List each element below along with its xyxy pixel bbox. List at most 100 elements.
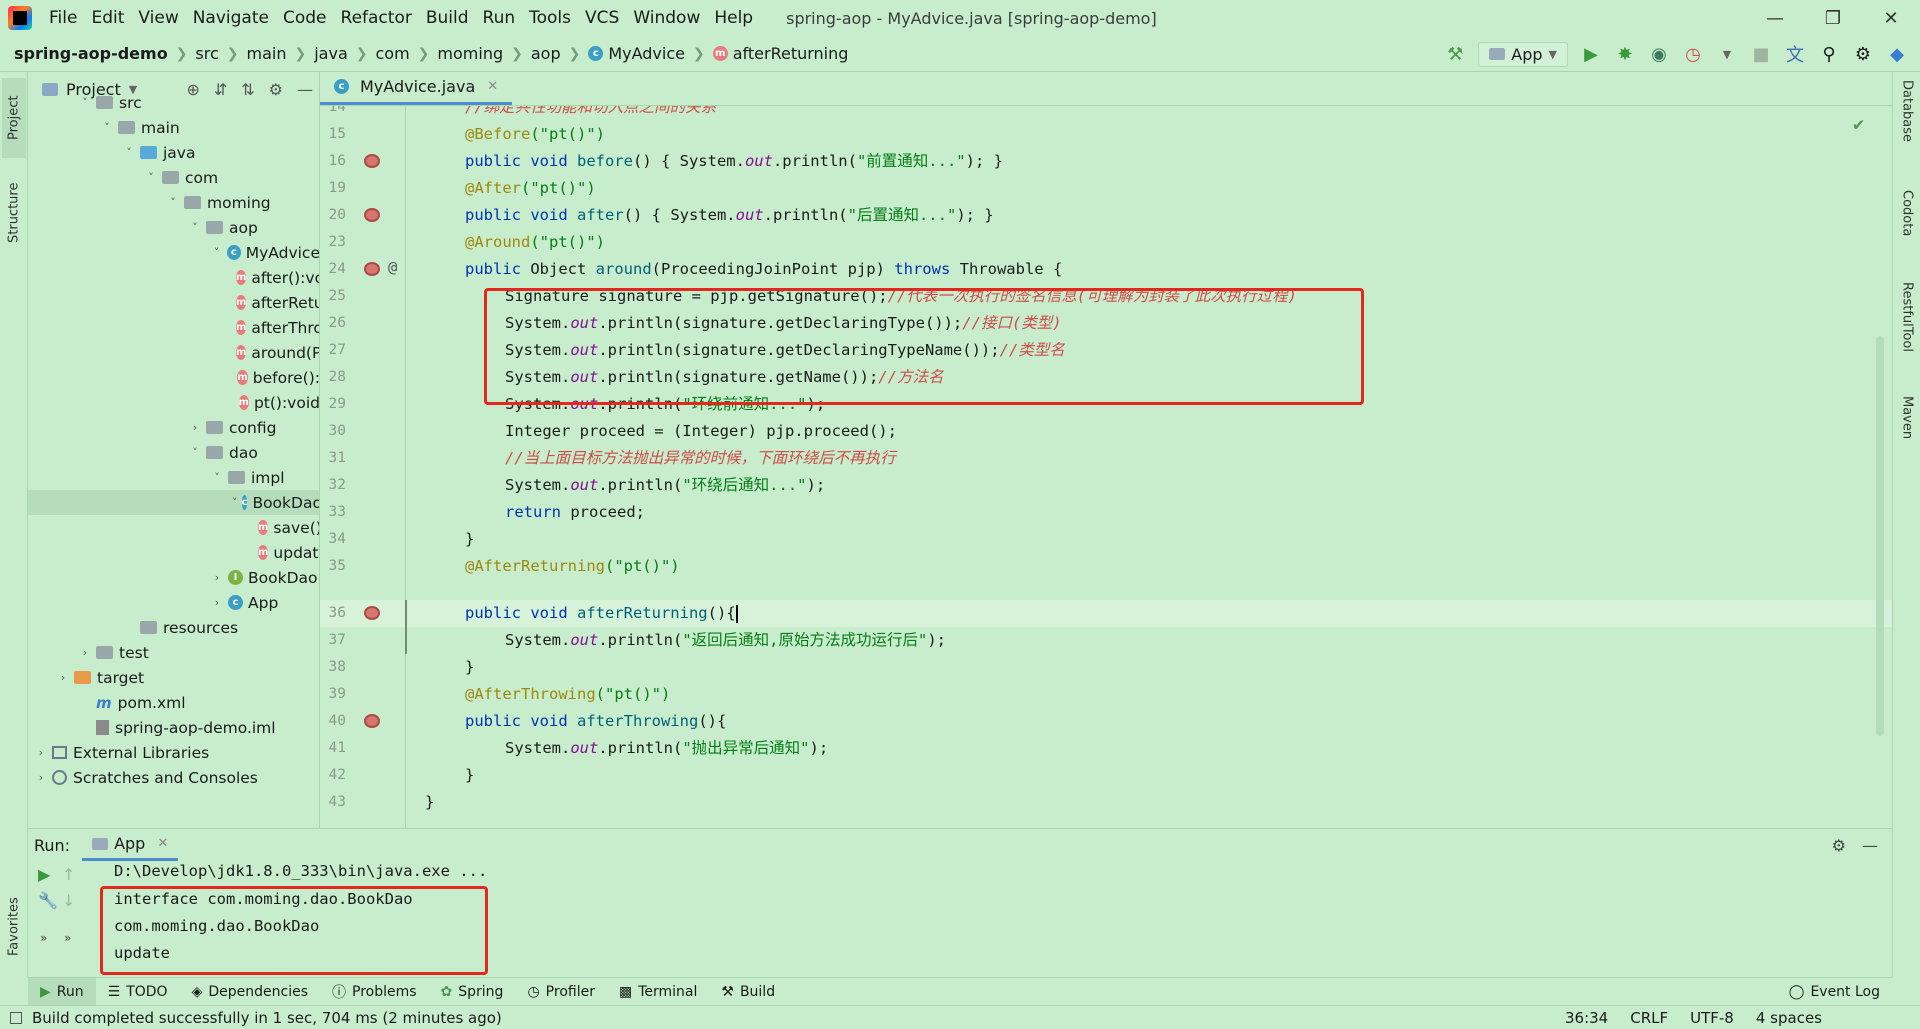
tree-item[interactable]: m after():vo — [28, 265, 319, 290]
more-actions-icon[interactable]: » — [64, 931, 71, 945]
breadcrumb-src[interactable]: src — [195, 44, 218, 63]
file-encoding[interactable]: UTF-8 — [1690, 1009, 1734, 1027]
tree-item[interactable]: m pt():void — [28, 390, 319, 415]
status-message[interactable]: Build completed successfully in 1 sec, 7… — [32, 1009, 502, 1027]
line-ending[interactable]: CRLF — [1630, 1009, 1668, 1027]
breadcrumb-method[interactable]: m afterReturning — [712, 44, 848, 63]
advice-bean-icon[interactable] — [364, 714, 382, 730]
menu-file[interactable]: File — [42, 8, 84, 28]
breadcrumb-project[interactable]: spring-aop-demo — [14, 44, 168, 63]
console-output[interactable]: D:\Develop\jdk1.8.0_333\bin\java.exe ...… — [100, 861, 1814, 978]
chevron-down-icon[interactable]: ˅ — [188, 221, 202, 234]
advice-bean-icon[interactable] — [364, 208, 382, 224]
build-tool-button[interactable]: ⚒ Build — [709, 978, 787, 1006]
tree-item[interactable]: m before(): — [28, 365, 319, 390]
wrench-icon[interactable]: 🔧 — [38, 891, 58, 910]
indent-setting[interactable]: 4 spaces — [1756, 1009, 1822, 1027]
chevron-down-icon[interactable]: ˅ — [78, 96, 92, 109]
tree-item[interactable]: › External Libraries — [28, 740, 319, 765]
tree-item[interactable]: › I BookDao — [28, 565, 319, 590]
spring-tool-button[interactable]: ✿ Spring — [429, 978, 516, 1006]
editor-tab-myadvice[interactable]: c MyAdvice.java ✕ — [320, 71, 513, 105]
breadcrumb-myadvice[interactable]: c MyAdvice — [588, 44, 685, 63]
project-tool-tab[interactable]: Project — [2, 78, 26, 158]
close-icon[interactable]: ✕ — [1862, 0, 1920, 36]
tree-item[interactable]: m pom.xml — [28, 690, 319, 715]
dependencies-tool-button[interactable]: ◈ Dependencies — [180, 978, 320, 1006]
tree-item[interactable]: m save() — [28, 515, 319, 540]
more-run-chevron-icon[interactable]: ▼ — [1716, 48, 1738, 61]
tree-item[interactable]: › Scratches and Consoles — [28, 765, 319, 790]
todo-tool-button[interactable]: ☰ TODO — [96, 978, 180, 1006]
tree-item[interactable]: resources — [28, 615, 319, 640]
gear-icon[interactable]: ⚙ — [1832, 836, 1846, 855]
scroll-down-icon[interactable]: ↓ — [62, 891, 75, 910]
tree-item[interactable]: spring-aop-demo.iml — [28, 715, 319, 740]
event-log-button[interactable]: ◯ Event Log — [1789, 978, 1880, 1006]
menu-vcs[interactable]: VCS — [578, 8, 626, 28]
tree-item[interactable]: › config — [28, 415, 319, 440]
hide-panel-icon[interactable]: — — [1862, 836, 1878, 855]
breadcrumb-com[interactable]: com — [376, 44, 410, 63]
problems-tool-button[interactable]: ⓘ Problems — [320, 978, 429, 1006]
advice-bean-icon[interactable] — [364, 154, 382, 170]
chevron-right-icon[interactable]: › — [210, 571, 224, 584]
tree-item[interactable]: ˅ c MyAdvice — [28, 240, 319, 265]
inspection-ok-icon[interactable]: ✔ — [1853, 114, 1864, 135]
more-actions-icon[interactable]: » — [40, 931, 47, 945]
close-tab-icon[interactable]: ✕ — [487, 79, 498, 94]
chevron-right-icon[interactable]: › — [210, 596, 224, 609]
tree-item[interactable]: ˅ com — [28, 165, 319, 190]
menu-help[interactable]: Help — [707, 8, 760, 28]
profile-icon[interactable]: ◷ — [1682, 44, 1704, 65]
run-tool-button[interactable]: ▶ Run — [28, 977, 96, 1006]
chevron-right-icon[interactable]: › — [34, 771, 48, 784]
stop-icon[interactable]: ■ — [1750, 44, 1772, 65]
maven-tool-tab[interactable]: Maven — [1896, 396, 1918, 476]
chevron-down-icon[interactable]: ˅ — [210, 246, 223, 259]
favorites-tool-tab[interactable]: Favorites — [2, 882, 26, 972]
advice-bean-icon[interactable] — [364, 262, 382, 278]
breadcrumb-main[interactable]: main — [247, 44, 287, 63]
profiler-tool-button[interactable]: ◷ Profiler — [515, 978, 607, 1006]
translate-icon[interactable]: 文 — [1784, 41, 1806, 67]
codota-tool-tab[interactable]: Codota — [1896, 190, 1918, 270]
breadcrumb-java[interactable]: java — [314, 44, 348, 63]
minimize-icon[interactable]: — — [1746, 0, 1804, 36]
tree-item[interactable]: m afterRetu — [28, 290, 319, 315]
menu-view[interactable]: View — [131, 8, 185, 28]
scroll-up-icon[interactable]: ↑ — [62, 865, 75, 884]
tree-item[interactable]: ˅ dao — [28, 440, 319, 465]
structure-tool-tab[interactable]: Structure — [2, 168, 26, 258]
caret-position[interactable]: 36:34 — [1565, 1009, 1608, 1027]
tree-item[interactable]: m afterThro — [28, 315, 319, 340]
chevron-right-icon[interactable]: › — [188, 421, 202, 434]
run-configuration-select[interactable]: App ▼ — [1478, 41, 1568, 67]
chevron-right-icon[interactable]: › — [78, 646, 92, 659]
tree-item[interactable]: ˅ java — [28, 140, 319, 165]
debug-icon[interactable]: ✸ — [1614, 44, 1636, 65]
restore-icon[interactable]: ❐ — [1804, 0, 1862, 36]
rerun-icon[interactable]: ▶ — [38, 865, 50, 884]
menu-code[interactable]: Code — [276, 8, 334, 28]
plugin-logo-icon[interactable]: ◆ — [1886, 44, 1908, 65]
chevron-down-icon[interactable]: ˅ — [144, 171, 158, 184]
menu-window[interactable]: Window — [626, 8, 707, 28]
tree-item[interactable]: m around(P — [28, 340, 319, 365]
hammer-build-icon[interactable]: ⚒ — [1444, 44, 1466, 65]
menu-build[interactable]: Build — [419, 8, 476, 28]
tree-item[interactable]: ˅ main — [28, 115, 319, 140]
advice-bean-icon[interactable] — [364, 606, 382, 622]
tree-item[interactable]: mupdate — [28, 540, 319, 565]
coverage-icon[interactable]: ◉ — [1648, 44, 1670, 65]
menu-run[interactable]: Run — [476, 8, 523, 28]
restfultool-tool-tab[interactable]: RestfulTool — [1896, 282, 1918, 382]
gear-icon[interactable]: ⚙ — [1852, 44, 1874, 65]
menu-tools[interactable]: Tools — [522, 8, 578, 28]
close-tab-icon[interactable]: ✕ — [157, 836, 168, 851]
chevron-right-icon[interactable]: › — [34, 746, 48, 759]
tree-item[interactable]: › test — [28, 640, 319, 665]
code-editor[interactable]: 14 15 16 19 20 23 24 25 26 27 28 29 30 31 32 33 34 35 36 37… — [320, 106, 1892, 828]
menu-navigate[interactable]: Navigate — [186, 8, 276, 28]
tree-item[interactable]: ˅ moming — [28, 190, 319, 215]
